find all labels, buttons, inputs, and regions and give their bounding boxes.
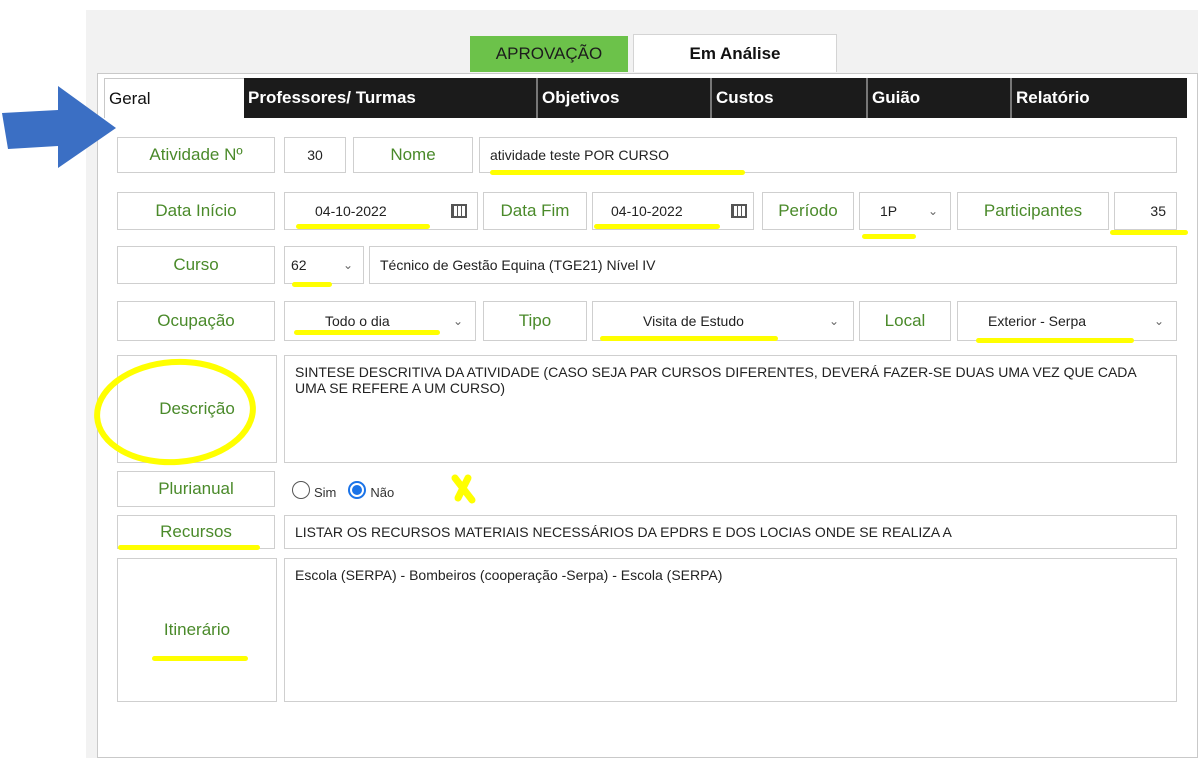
periodo-label: Período [762,192,854,230]
local-select[interactable]: Exterior - Serpa ⌄ [957,301,1177,341]
radio-nao-label[interactable]: Não [370,485,394,500]
tab-professores-turmas[interactable]: Professores/ Turmas [244,78,538,118]
highlight-underline [118,545,260,550]
radio-nao[interactable] [348,481,367,499]
calendar-icon[interactable] [731,204,747,218]
curso-description-field: Técnico de Gestão Equina (TGE21) Nível I… [369,246,1177,284]
highlight-underline [152,656,248,661]
data-inicio-value: 04-10-2022 [315,203,387,219]
atividade-number-field[interactable]: 30 [284,137,346,173]
data-fim-label: Data Fim [483,192,587,230]
data-inicio-label: Data Início [117,192,275,230]
highlight-underline [594,224,720,229]
participantes-label: Participantes [957,192,1109,230]
periodo-value: 1P [880,203,898,219]
data-fim-value: 04-10-2022 [611,203,683,219]
tab-geral[interactable]: Geral [104,78,244,118]
atividade-label: Atividade Nº [117,137,275,173]
ocupacao-label: Ocupação [117,301,275,341]
chevron-down-icon: ⌄ [927,204,939,218]
curso-select[interactable]: 62 ⌄ [284,246,364,284]
radio-sim[interactable] [292,481,310,499]
tipo-value: Visita de Estudo [643,313,744,329]
nome-input[interactable]: atividade teste POR CURSO [479,137,1177,173]
local-value: Exterior - Serpa [988,313,1087,329]
chevron-down-icon: ⌄ [452,314,464,328]
curso-label: Curso [117,246,275,284]
local-label: Local [859,301,951,341]
radio-sim-label[interactable]: Sim [314,485,336,500]
highlight-underline [296,224,430,229]
tab-relatorio[interactable]: Relatório [1012,78,1187,118]
chevron-down-icon: ⌄ [828,314,840,328]
highlight-underline [862,234,916,239]
highlight-underline [600,336,778,341]
chevron-down-icon: ⌄ [1153,314,1165,328]
participantes-field[interactable]: 35 [1114,192,1177,230]
tab-guiao[interactable]: Guião [868,78,1012,118]
highlight-underline [490,170,745,175]
descricao-label: Descrição [117,355,277,463]
recursos-label: Recursos [117,515,275,549]
ocupacao-select[interactable]: Todo o dia ⌄ [284,301,476,341]
highlight-underline [292,282,332,287]
itinerario-textarea[interactable]: Escola (SERPA) - Bombeiros (cooperação -… [284,558,1177,702]
periodo-select[interactable]: 1P ⌄ [859,192,951,230]
tab-custos[interactable]: Custos [712,78,868,118]
ocupacao-value: Todo o dia [325,313,390,329]
calendar-icon[interactable] [451,204,467,218]
approval-status-badge: APROVAÇÃO [470,36,628,72]
plurianual-label: Plurianual [117,471,275,507]
descricao-textarea[interactable]: SINTESE DESCRITIVA DA ATIVIDADE (CASO SE… [284,355,1177,463]
highlight-underline [976,338,1134,343]
recursos-input[interactable]: LISTAR OS RECURSOS MATERIAIS NECESSÁRIOS… [284,515,1177,549]
chevron-down-icon: ⌄ [342,258,354,272]
tipo-select[interactable]: Visita de Estudo ⌄ [592,301,854,341]
highlight-underline [1110,230,1188,235]
tab-objetivos[interactable]: Objetivos [538,78,712,118]
itinerario-label: Itinerário [117,558,277,702]
plurianual-radio-group: Sim Não [292,480,394,500]
curso-value: 62 [291,257,307,273]
highlight-underline [294,330,440,335]
state-badge: Em Análise [633,34,837,72]
participantes-value: 35 [1150,203,1166,219]
tipo-label: Tipo [483,301,587,341]
nome-label: Nome [353,137,473,173]
